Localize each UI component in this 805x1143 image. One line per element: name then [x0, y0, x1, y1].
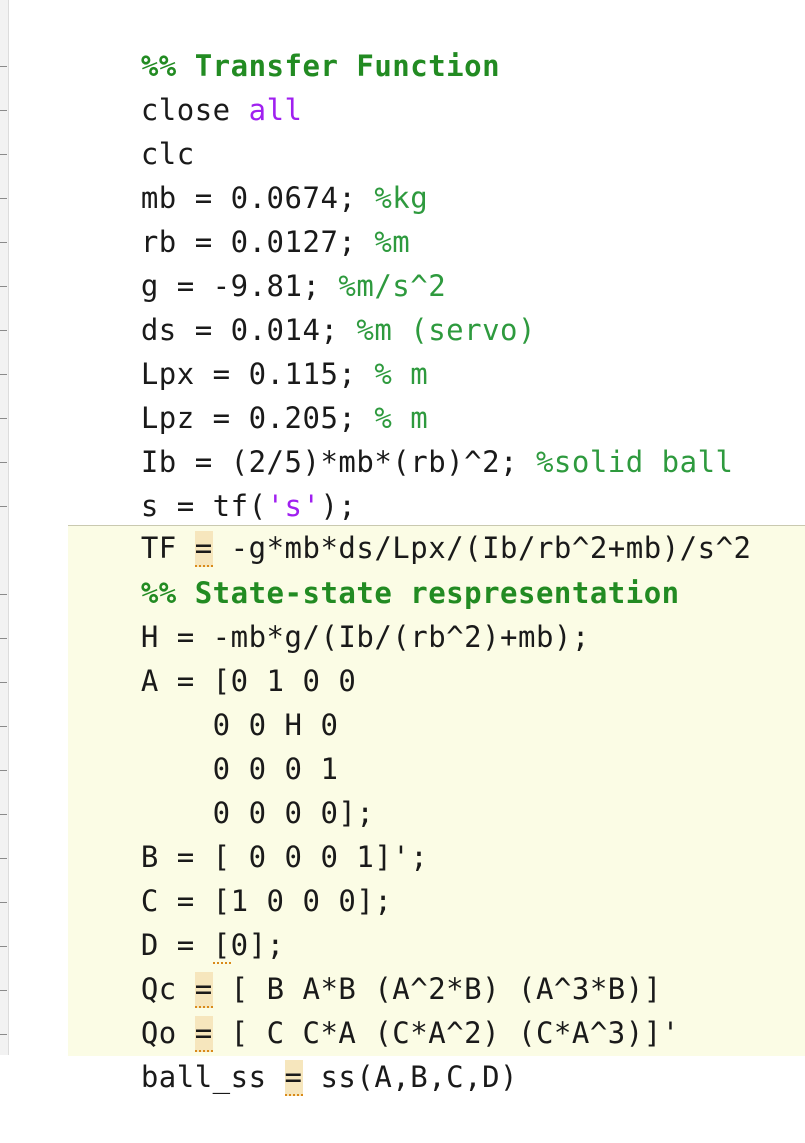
- code-line[interactable]: H = -mb*g/(Ib/(rb^2)+mb);: [69, 571, 590, 654]
- code-line[interactable]: mb = 0.0674; %kg: [69, 132, 428, 215]
- keyword-text: all: [248, 93, 303, 127]
- line-marker-tick: [0, 242, 7, 243]
- line-marker-tick: [0, 374, 7, 375]
- line-marker-tick: [0, 902, 7, 903]
- line-marker-tick: [0, 726, 7, 727]
- code-text: ball_ss: [140, 1060, 285, 1094]
- warning-marker[interactable]: =: [284, 1060, 303, 1096]
- section-header-state-space[interactable]: %% State-state respresentation: [69, 527, 680, 610]
- section-header-transfer-function[interactable]: %% Transfer Function: [69, 0, 500, 83]
- line-marker-tick: [0, 814, 7, 815]
- line-marker-tick: [0, 1034, 7, 1035]
- code-line[interactable]: s = tf('s');: [69, 440, 356, 523]
- line-marker-tick: [0, 418, 7, 419]
- code-line[interactable]: C = [1 0 0 0];: [69, 835, 392, 918]
- line-marker-tick: [0, 110, 7, 111]
- line-marker-tick: [0, 506, 7, 507]
- code-editor[interactable]: %% Transfer Function close all clc mb = …: [8, 0, 805, 1096]
- code-line[interactable]: g = -9.81; %m/s^2: [69, 220, 446, 303]
- code-line[interactable]: B = [ 0 0 0 1]';: [69, 791, 428, 874]
- code-line[interactable]: Lpx = 0.115; % m: [69, 308, 428, 391]
- line-marker-tick: [0, 286, 7, 287]
- code-line[interactable]: Lpz = 0.205; % m: [69, 352, 428, 435]
- code-line[interactable]: 0 0 0 1: [69, 703, 338, 786]
- line-marker-tick: [0, 682, 7, 683]
- line-marker-tick: [0, 770, 7, 771]
- code-line[interactable]: D = [0];: [69, 879, 285, 964]
- code-line[interactable]: Ib = (2/5)*mb*(rb)^2; %solid ball: [69, 396, 734, 479]
- line-marker-tick: [0, 638, 7, 639]
- line-marker-tick: [0, 594, 7, 595]
- code-text: ss(A,B,C,D): [302, 1060, 519, 1094]
- code-line[interactable]: 0 0 0 0];: [69, 747, 374, 830]
- code-line[interactable]: A = [0 1 0 0: [69, 615, 356, 698]
- line-marker-tick: [0, 198, 7, 199]
- code-line[interactable]: clc: [69, 88, 195, 171]
- code-line[interactable]: ball_ss = ss(A,B,C,D): [69, 1011, 518, 1096]
- code-line[interactable]: close all: [69, 44, 303, 127]
- comment-text: %solid ball: [535, 445, 734, 479]
- code-line[interactable]: Qo = [ C C*A (C*A^2) (C*A^3)]': [69, 967, 680, 1052]
- line-marker-tick: [0, 462, 7, 463]
- line-marker-tick: [0, 330, 7, 331]
- line-marker-tick: [0, 858, 7, 859]
- code-line[interactable]: Qc = [ B A*B (A^2*B) (A^3*B)]: [69, 923, 662, 1008]
- code-line[interactable]: 0 0 H 0: [69, 659, 338, 742]
- line-marker-tick: [0, 154, 7, 155]
- code-line[interactable]: ds = 0.014; %m (servo): [69, 264, 536, 347]
- line-marker-tick: [0, 946, 7, 947]
- line-marker-tick: [0, 66, 7, 67]
- code-line[interactable]: rb = 0.0127; %m: [69, 176, 410, 259]
- code-line[interactable]: TF = -g*mb*ds/Lpx/(Ib/rb^2+mb)/s^2: [69, 482, 752, 567]
- line-marker-tick: [0, 990, 7, 991]
